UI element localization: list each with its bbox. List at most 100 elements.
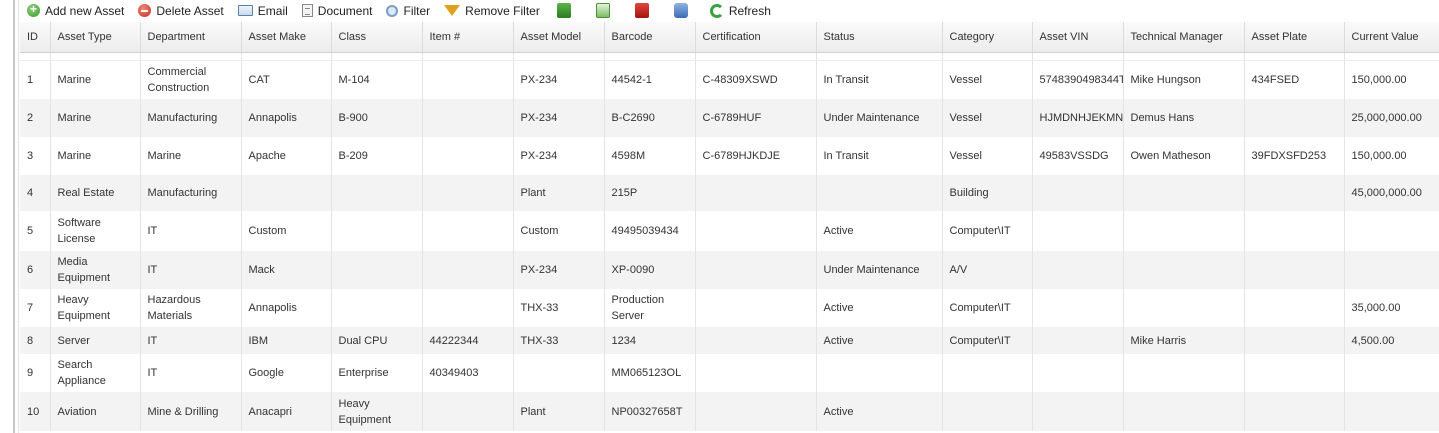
table-cell[interactable]: 25,000,000.00: [1344, 99, 1439, 137]
table-row[interactable]: 1 Marine Commercial Construction CAT M-104 PX…: [20, 60, 1439, 99]
table-cell[interactable]: IT: [140, 327, 242, 354]
table-cell[interactable]: Google: [241, 354, 332, 392]
document-button[interactable]: Document: [295, 0, 380, 21]
table-cell[interactable]: [1032, 289, 1124, 327]
column-header[interactable]: Technical Manager: [1123, 22, 1245, 53]
table-cell[interactable]: Plant: [513, 175, 605, 211]
table-cell[interactable]: C-48309XSWD: [695, 60, 817, 99]
table-cell[interactable]: A/V: [942, 251, 1033, 289]
table-cell[interactable]: 4: [20, 175, 51, 211]
table-cell[interactable]: B-209: [331, 137, 423, 175]
table-cell[interactable]: Production Server: [604, 289, 696, 327]
table-cell[interactable]: PX-234: [513, 99, 605, 137]
table-cell[interactable]: Custom: [513, 211, 605, 251]
table-cell[interactable]: In Transit: [816, 60, 943, 99]
table-cell[interactable]: NP00327658T: [604, 392, 696, 431]
table-cell[interactable]: XP-0090: [604, 251, 696, 289]
table-cell[interactable]: 45,000,000.00: [1344, 175, 1439, 211]
table-cell[interactable]: IT: [140, 354, 242, 392]
column-header[interactable]: Asset Make: [241, 22, 332, 53]
table-cell[interactable]: Software License: [50, 211, 141, 251]
table-cell[interactable]: [422, 251, 514, 289]
filter-button[interactable]: Filter: [379, 0, 437, 21]
table-cell[interactable]: PX-234: [513, 60, 605, 99]
table-cell[interactable]: [1032, 251, 1124, 289]
table-cell[interactable]: B-900: [331, 99, 423, 137]
table-cell[interactable]: [1344, 354, 1439, 392]
table-cell[interactable]: 215P: [604, 175, 696, 211]
save-button[interactable]: [664, 0, 703, 21]
table-cell[interactable]: [816, 354, 943, 392]
table-cell[interactable]: Vessel: [942, 137, 1033, 175]
table-cell[interactable]: Plant: [513, 392, 605, 431]
table-cell[interactable]: [1123, 211, 1245, 251]
table-cell[interactable]: Active: [816, 392, 943, 431]
table-cell[interactable]: Computer\IT: [942, 327, 1033, 354]
table-cell[interactable]: [1032, 211, 1124, 251]
table-cell[interactable]: [1244, 211, 1345, 251]
table-cell[interactable]: [1123, 289, 1245, 327]
table-cell[interactable]: 6: [20, 251, 51, 289]
table-cell[interactable]: Under Maintenance: [816, 99, 943, 137]
table-cell[interactable]: Server: [50, 327, 141, 354]
table-cell[interactable]: [422, 99, 514, 137]
table-cell[interactable]: [695, 211, 817, 251]
table-cell[interactable]: [1123, 354, 1245, 392]
column-header[interactable]: Certification: [695, 22, 817, 53]
table-cell[interactable]: 5: [20, 211, 51, 251]
table-cell[interactable]: [695, 251, 817, 289]
table-cell[interactable]: In Transit: [816, 137, 943, 175]
table-cell[interactable]: [1244, 99, 1345, 137]
delete-asset-button[interactable]: Delete Asset: [131, 0, 230, 21]
column-header[interactable]: Department: [140, 22, 242, 53]
email-button[interactable]: Email: [231, 0, 295, 21]
table-cell[interactable]: [695, 354, 817, 392]
table-cell[interactable]: C-6789HUF: [695, 99, 817, 137]
table-cell[interactable]: Anacapri: [241, 392, 332, 431]
table-cell[interactable]: Owen Matheson: [1123, 137, 1245, 175]
table-row[interactable]: 6 Media Equipment IT Mack PX-234 XP-0090 Under…: [20, 251, 1439, 289]
table-cell[interactable]: [1344, 211, 1439, 251]
table-cell[interactable]: [1123, 392, 1245, 431]
remove-filter-button[interactable]: Remove Filter: [437, 0, 547, 21]
table-cell[interactable]: IBM: [241, 327, 332, 354]
column-header[interactable]: Status: [816, 22, 943, 53]
column-header[interactable]: Asset Model: [513, 22, 605, 53]
table-cell[interactable]: Manufacturing: [140, 175, 242, 211]
table-cell[interactable]: Manufacturing: [140, 99, 242, 137]
column-header[interactable]: Current Value: [1344, 22, 1439, 53]
table-cell[interactable]: [1244, 175, 1345, 211]
table-cell[interactable]: Commercial Construction: [140, 60, 242, 99]
table-cell[interactable]: [1344, 392, 1439, 431]
column-header[interactable]: ID: [20, 22, 51, 53]
table-cell[interactable]: Active: [816, 289, 943, 327]
table-cell[interactable]: 9: [20, 354, 51, 392]
table-cell[interactable]: 39FDXSFD253: [1244, 137, 1345, 175]
column-header[interactable]: Asset VIN: [1032, 22, 1124, 53]
table-cell[interactable]: Annapolis: [241, 289, 332, 327]
table-cell[interactable]: Mike Harris: [1123, 327, 1245, 354]
column-header[interactable]: Asset Type: [50, 22, 141, 53]
table-cell[interactable]: [1032, 175, 1124, 211]
table-cell[interactable]: Apache: [241, 137, 332, 175]
table-cell[interactable]: [1244, 392, 1345, 431]
table-cell[interactable]: [513, 354, 605, 392]
column-header[interactable]: Barcode: [604, 22, 696, 53]
table-cell[interactable]: Mack: [241, 251, 332, 289]
table-cell[interactable]: 8: [20, 327, 51, 354]
table-cell[interactable]: [942, 392, 1033, 431]
table-cell[interactable]: [422, 137, 514, 175]
table-cell[interactable]: [1244, 354, 1345, 392]
column-header[interactable]: Item #: [422, 22, 514, 53]
table-cell[interactable]: 1: [20, 60, 51, 99]
table-cell[interactable]: Media Equipment: [50, 251, 141, 289]
table-cell[interactable]: Enterprise: [331, 354, 423, 392]
table-cell[interactable]: [695, 289, 817, 327]
table-cell[interactable]: [331, 289, 423, 327]
table-cell[interactable]: [695, 175, 817, 211]
table-cell[interactable]: Real Estate: [50, 175, 141, 211]
table-cell[interactable]: Aviation: [50, 392, 141, 431]
add-asset-button[interactable]: Add new Asset: [20, 0, 131, 21]
table-cell[interactable]: [1123, 251, 1245, 289]
table-cell[interactable]: Computer\IT: [942, 289, 1033, 327]
